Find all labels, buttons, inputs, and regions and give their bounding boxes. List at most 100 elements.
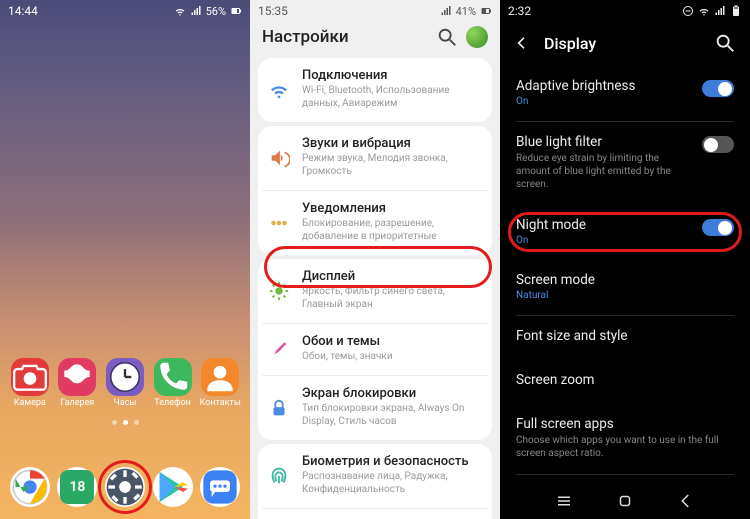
wall-icon [268,334,290,363]
status-bar: 14:44 56% [0,0,250,22]
dock-settings[interactable] [105,467,145,507]
page-dot [134,420,139,425]
settings-row-subtitle: Режим звука, Мелодия звонка, Громкость [302,152,482,178]
settings-row-title: Звуки и вибрация [302,136,482,151]
toggle-switch[interactable] [702,219,734,236]
display-row[interactable]: Screen zoom [500,360,750,404]
app-label: Камера [14,398,46,408]
row-title: Night mode [516,217,692,233]
display-row[interactable]: Screen mode Natural [500,260,750,315]
settings-scroll[interactable]: Подключения Wi-Fi, Bluetooth, Использова… [250,54,500,519]
status-bar: 2:32 [500,0,750,22]
row-title: Full screen apps [516,416,734,432]
display-icon [268,269,290,311]
wifi-icon [174,5,186,17]
status-battery: 41% [456,5,476,18]
settings-header: Настройки [250,22,500,54]
lock-icon [268,386,290,428]
wifi-icon [268,68,290,110]
app-camera[interactable]: Камера [8,358,52,408]
app-label: Галерея [61,398,95,408]
settings-row-notif[interactable]: Уведомления Блокирование, разрешение, до… [262,190,488,255]
app-clock[interactable]: Часы [103,358,147,408]
back-nav-button[interactable] [677,492,695,510]
row-subtitle: Reduce eye strain by limiting the amount… [516,152,692,191]
nav-bar [500,483,750,519]
home-button[interactable] [616,492,634,510]
settings-row-subtitle: Обои, темы, значки [302,350,482,363]
settings-row-subtitle: Распознавание лица, Радужка, Конфиденциа… [302,470,482,496]
profile-avatar[interactable] [466,26,488,48]
settings-row-bio[interactable]: Биометрия и безопасность Распознавание л… [262,444,488,508]
settings-row-title: Обои и темы [302,334,482,349]
settings-card: Дисплей Яркость, Фильтр синего света, Гл… [258,259,492,440]
settings-card: Биометрия и безопасность Распознавание л… [258,444,492,519]
dock-messages[interactable] [200,467,240,507]
display-header: Display [500,22,750,66]
settings-row-cloud[interactable]: Учетные записи и архивация Samsung Cloud… [262,508,488,519]
row-subtitle: Choose which apps you want to use in the… [516,434,734,460]
display-row[interactable]: Blue light filter Reduce eye strain by l… [500,122,750,205]
settings-row-wifi[interactable]: Подключения Wi-Fi, Bluetooth, Использова… [262,58,488,122]
display-scroll[interactable]: Adaptive brightness On Blue light filter… [500,66,750,483]
settings-row-sound[interactable]: Звуки и вибрация Режим звука, Мелодия зв… [262,126,488,190]
dock-play[interactable] [153,467,193,507]
back-button[interactable] [514,35,530,51]
settings-list-pane: 15:35 41% Настройки Подключения Wi-Fi, B… [250,0,500,519]
camera-icon [11,358,49,396]
row-value: Natural [516,290,734,301]
recents-button[interactable] [555,492,573,510]
settings-row-title: Экран блокировки [302,386,482,401]
app-label: Телефон [154,398,191,408]
settings-row-title: Уведомления [302,201,482,216]
display-row[interactable]: Full screen apps Choose which apps you w… [500,404,750,474]
app-phone[interactable]: Телефон [151,358,195,408]
search-button[interactable] [436,26,458,48]
wifi-icon [698,5,710,17]
display-row[interactable]: Font size and style [500,316,750,360]
row-title: Adaptive brightness [516,78,692,94]
battery-icon [230,5,242,17]
status-time: 15:35 [258,4,440,18]
signal-icon [440,5,452,17]
display-row[interactable]: Adaptive brightness On [500,66,750,121]
page-indicator [0,420,250,425]
sound-icon [268,136,290,178]
row-title: Font size and style [516,328,734,344]
app-gallery[interactable]: Галерея [55,358,99,408]
home-screen-pane: 14:44 56% Камера Галерея Часы Телефон [0,0,250,519]
bio-icon [268,454,290,496]
row-value: On [516,235,692,246]
settings-row-wall[interactable]: Обои и темы Обои, темы, значки [262,323,488,375]
home-indicator-icon [112,420,117,425]
signal-icon [714,5,726,17]
page-dot [123,420,128,425]
do-not-disturb-icon [682,5,694,17]
toggle-switch[interactable] [702,80,734,97]
clock-icon [106,358,144,396]
page-title: Display [544,34,700,53]
display-row[interactable]: Screen timeout After 30 seconds of inact… [500,475,750,483]
display-row[interactable]: Night mode On [500,205,750,260]
display-settings-pane: 2:32 Display Adaptive brightness [500,0,750,519]
app-label: Часы [114,398,137,408]
dock-chrome[interactable] [10,467,50,507]
settings-row-subtitle: Яркость, Фильтр синего света, Главный эк… [302,285,482,311]
row-title: Screen mode [516,272,734,288]
settings-row-lock[interactable]: Экран блокировки Тип блокировки экрана, … [262,375,488,440]
settings-row-title: Подключения [302,68,482,83]
status-time: 14:44 [8,4,174,18]
home-app-row: Камера Галерея Часы Телефон Контакты [0,358,250,408]
battery-icon [480,5,492,17]
battery-icon [730,5,742,17]
gallery-icon [58,358,96,396]
search-button[interactable] [714,32,736,54]
dock-calendar[interactable]: 18 [57,467,97,507]
row-value: On [516,96,692,107]
settings-row-display[interactable]: Дисплей Яркость, Фильтр синего света, Гл… [262,259,488,323]
status-battery: 56% [206,5,226,18]
settings-row-subtitle: Тип блокировки экрана, Always On Display… [302,402,482,428]
signal-icon [190,5,202,17]
toggle-switch[interactable] [702,136,734,153]
app-contacts[interactable]: Контакты [198,358,242,408]
